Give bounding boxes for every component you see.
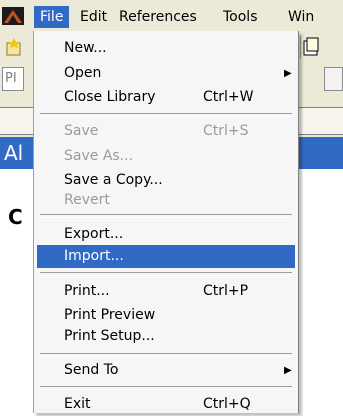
menu-separator — [40, 214, 292, 218]
submenu-arrow-icon: ▶ — [284, 68, 292, 79]
file-menu-dropdown: New... Open ▶ Close Library Ctrl+W Save … — [33, 31, 299, 413]
menu-item-close-library[interactable]: Close Library Ctrl+W — [37, 86, 295, 109]
menu-item-label: Import... — [64, 248, 124, 264]
new-library-icon[interactable] — [4, 37, 24, 57]
menu-item-label: Save As... — [64, 148, 134, 164]
shortcut-label: Ctrl+P — [203, 283, 249, 299]
menu-tools[interactable]: Tools — [217, 6, 264, 28]
menu-item-label: Open — [64, 65, 102, 81]
menu-item-export[interactable]: Export... — [37, 223, 295, 246]
menu-item-label: Send To — [64, 362, 119, 378]
menu-item-import[interactable]: Import... — [37, 245, 295, 268]
app-logo-icon[interactable] — [2, 7, 24, 25]
menu-item-save-as: Save As... — [37, 145, 295, 168]
menu-item-print-preview[interactable]: Print Preview — [37, 304, 295, 327]
menu-item-label: Close Library — [64, 89, 156, 105]
menu-item-label: Print... — [64, 283, 110, 299]
content-heading: C — [8, 205, 23, 229]
menu-item-open[interactable]: Open ▶ — [37, 62, 295, 85]
menu-separator — [40, 113, 292, 117]
menu-bar: File Edit References Tools Win — [0, 0, 343, 31]
menu-item-new[interactable]: New... — [37, 37, 295, 60]
menu-item-send-to[interactable]: Send To ▶ — [37, 359, 295, 382]
menu-separator — [40, 272, 292, 276]
menu-item-label: Print Preview — [64, 307, 156, 323]
menu-item-revert: Revert — [37, 189, 295, 212]
menu-references[interactable]: References — [113, 6, 203, 28]
menu-window[interactable]: Win — [282, 6, 320, 28]
menu-item-print-setup[interactable]: Print Setup... — [37, 325, 295, 348]
library-title-text: Al — [4, 141, 24, 165]
menu-item-label: Revert — [64, 192, 110, 208]
submenu-arrow-icon: ▶ — [284, 365, 292, 376]
menu-item-print[interactable]: Print... Ctrl+P — [37, 280, 295, 303]
menu-item-label: New... — [64, 40, 107, 56]
new-document-icon[interactable] — [302, 37, 320, 57]
menu-separator — [40, 386, 292, 390]
menu-file[interactable]: File — [34, 6, 70, 28]
style-field[interactable]: PI — [2, 67, 24, 91]
menu-item-label: Print Setup... — [64, 328, 155, 344]
menu-item-label: Save — [64, 123, 99, 139]
menu-separator — [40, 353, 292, 357]
toolbar-dropdown[interactable] — [324, 67, 343, 91]
shortcut-label: Ctrl+S — [203, 123, 249, 139]
menu-item-label: Export... — [64, 226, 124, 242]
menu-edit[interactable]: Edit — [74, 6, 113, 28]
shortcut-label: Ctrl+W — [203, 89, 254, 105]
toolbar-separator — [300, 36, 301, 58]
menu-item-save: Save Ctrl+S — [37, 120, 295, 143]
